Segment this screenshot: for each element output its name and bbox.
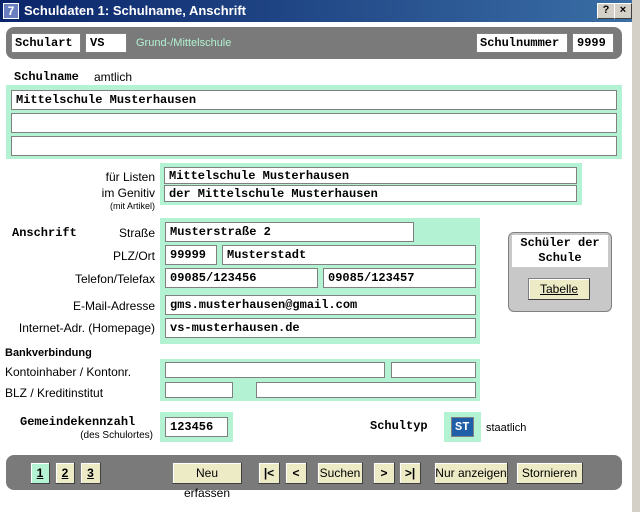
- gemeinde-label: Gemeindekennzahl: [20, 415, 136, 429]
- stornieren-button[interactable]: Stornieren: [516, 462, 583, 484]
- schultyp-label: Schultyp: [370, 419, 428, 433]
- telefon-input[interactable]: 09085/123456: [165, 268, 318, 288]
- plzort-label: PLZ/Ort: [112, 249, 155, 263]
- title-bar: 7 Schuldaten 1: Schulname, Anschrift ? ×: [0, 0, 632, 22]
- kontoinhaber-input[interactable]: [165, 362, 385, 378]
- ort-input[interactable]: Musterstadt: [222, 245, 476, 265]
- page-1-button[interactable]: 1: [30, 462, 50, 484]
- schulname-sublabel: amtlich: [94, 70, 133, 84]
- genitiv-label: im Genitiv: [101, 186, 155, 200]
- strasse-input[interactable]: Musterstraße 2: [165, 222, 414, 242]
- schulname-line1[interactable]: Mittelschule Musterhausen: [11, 90, 617, 110]
- schulname-label: Schulname: [14, 70, 79, 84]
- internet-label: Internet-Adr. (Homepage): [18, 321, 155, 335]
- listen-label: für Listen: [105, 170, 155, 184]
- email-label: E-Mail-Adresse: [72, 299, 155, 313]
- strasse-label: Straße: [118, 226, 155, 240]
- help-button[interactable]: ?: [597, 3, 615, 19]
- schultyp-desc: staatlich: [486, 422, 527, 434]
- schultyp-input[interactable]: ST: [451, 417, 474, 437]
- email-input[interactable]: gms.musterhausen@gmail.com: [165, 295, 476, 315]
- tabelle-button[interactable]: Tabelle: [528, 278, 590, 300]
- mit-artikel-label: (mit Artikel): [110, 201, 155, 211]
- schulnummer-input[interactable]: 9999: [572, 33, 614, 53]
- window-border: [632, 0, 640, 512]
- plz-input[interactable]: 99999: [165, 245, 217, 265]
- schulart-desc: Grund-/Mittelschule: [136, 37, 232, 49]
- listen-name-input[interactable]: Mittelschule Musterhausen: [164, 167, 577, 184]
- page-2-button[interactable]: 2: [55, 462, 75, 484]
- blz-input[interactable]: [165, 382, 233, 398]
- suchen-button[interactable]: Suchen: [317, 462, 363, 484]
- next-record-button[interactable]: >: [373, 462, 395, 484]
- schueler-title: Schüler der Schule: [512, 235, 608, 267]
- genitiv-name-input[interactable]: der Mittelschule Musterhausen: [164, 185, 577, 202]
- schulname-line2[interactable]: [11, 113, 617, 133]
- kontonr-input[interactable]: [391, 362, 476, 378]
- telefax-input[interactable]: 09085/123457: [323, 268, 476, 288]
- app-icon: 7: [3, 3, 19, 19]
- blz-label: BLZ / Kreditinstitut: [5, 386, 104, 400]
- kontoinhaber-label: Kontoinhaber / Kontonr.: [5, 365, 132, 379]
- prev-record-button[interactable]: <: [285, 462, 307, 484]
- schulnummer-label: Schulnummer: [476, 33, 568, 53]
- schulart-label: Schulart: [11, 33, 81, 53]
- schulart-input[interactable]: VS: [85, 33, 127, 53]
- nur-anzeigen-button[interactable]: Nur anzeigen: [434, 462, 508, 484]
- bank-label: Bankverbindung: [5, 347, 92, 359]
- window-title: Schuldaten 1: Schulname, Anschrift: [24, 3, 247, 18]
- kreditinstitut-input[interactable]: [256, 382, 476, 398]
- close-button[interactable]: ×: [614, 3, 632, 19]
- telefon-label: Telefon/Telefax: [74, 272, 155, 286]
- last-record-button[interactable]: >|: [399, 462, 421, 484]
- page-3-button[interactable]: 3: [80, 462, 101, 484]
- gemeinde-input[interactable]: 123456: [165, 417, 228, 437]
- schulname-line3[interactable]: [11, 136, 617, 156]
- internet-input[interactable]: vs-musterhausen.de: [165, 318, 476, 338]
- neu-erfassen-button[interactable]: Neu erfassen: [172, 462, 242, 500]
- first-record-button[interactable]: |<: [258, 462, 280, 484]
- gemeinde-sublabel: (des Schulortes): [80, 430, 153, 441]
